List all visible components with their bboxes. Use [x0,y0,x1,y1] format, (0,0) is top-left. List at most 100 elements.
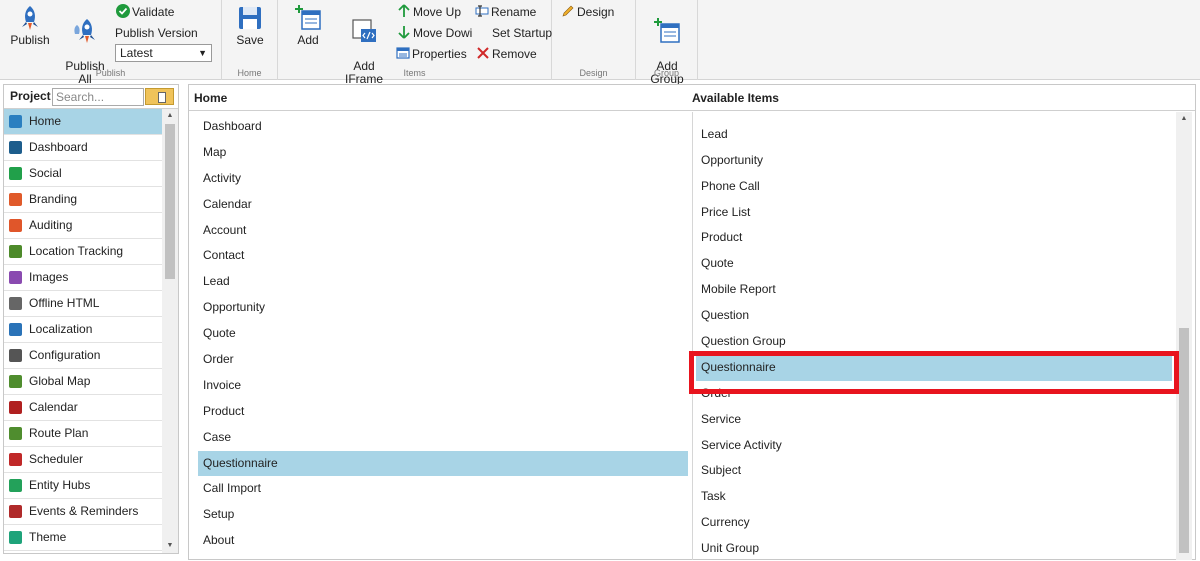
chevron-down-icon: ▼ [198,48,207,58]
publish-version-label: Publish Version [115,26,198,40]
project-scrollbar[interactable]: ▲ ▼ [162,109,178,553]
sidebar-item-calendar[interactable]: Calendar [4,395,162,421]
available-item-opportunity[interactable]: Opportunity [696,148,1172,174]
scheduler-icon [9,453,22,466]
home-item-account[interactable]: Account [198,218,688,244]
available-item-list: InvoiceLeadOpportunityPhone CallPrice Li… [696,112,1172,560]
home-item-call-import[interactable]: Call Import [198,476,688,502]
set-startup-button[interactable]: Set Startup [492,24,552,42]
available-items-scrollbar-thumb[interactable] [1179,328,1189,553]
ribbon-toolbar: Publish Publish All Validate Publish Ver… [0,0,1200,86]
sidebar-item-label: Events & Reminders [29,504,139,518]
available-item-subject[interactable]: Subject [696,458,1172,484]
home-item-opportunity[interactable]: Opportunity [198,295,688,321]
scroll-down-arrow-icon[interactable]: ▼ [162,539,178,553]
available-item-product[interactable]: Product [696,225,1172,251]
home-item-list: Dashboard Map Activity Calendar Account Conta… [198,114,688,554]
add-button[interactable]: Add [290,4,326,47]
group-group-label: Group [653,68,679,78]
available-item-service-activity[interactable]: Service Activity [696,433,1172,459]
publish-button[interactable]: Publish [8,4,52,47]
rename-button[interactable]: Rename [475,3,536,21]
home-item-invoice[interactable]: Invoice [198,373,688,399]
pencil-icon [562,5,574,17]
sidebar-item-scheduler[interactable]: Scheduler [4,447,162,473]
sidebar-item-home[interactable]: Home [4,109,162,135]
items-group: Add Add IFrame Move Up Move Dowi Propert… [278,0,552,86]
sidebar-item-theme[interactable]: Theme [4,525,162,551]
sidebar-item-route-plan[interactable]: Route Plan [4,421,162,447]
available-item-service[interactable]: Service [696,407,1172,433]
available-items-scrollbar[interactable]: ▲ [1176,112,1192,560]
move-down-button[interactable]: Move Dowi [397,24,472,42]
sidebar-item-auditing[interactable]: Auditing [4,213,162,239]
available-item-quote[interactable]: Quote [696,251,1172,277]
project-scrollbar-thumb[interactable] [165,124,175,279]
available-column-header: Available Items [692,85,779,111]
home-item-map[interactable]: Map [198,140,688,166]
properties-label: Properties [412,47,467,61]
home-item-activity[interactable]: Activity [198,166,688,192]
calendar-icon [9,401,22,414]
home-item-calendar[interactable]: Calendar [198,192,688,218]
sidebar-item-branding[interactable]: Branding [4,187,162,213]
home-item-about[interactable]: About [198,528,688,554]
move-down-label: Move Dowi [413,26,473,40]
available-item-phone-call[interactable]: Phone Call [696,174,1172,200]
sidebar-item-entity-hubs[interactable]: Entity Hubs [4,473,162,499]
sidebar-item-label: Auditing [29,218,73,232]
available-items-viewport: InvoiceLeadOpportunityPhone CallPrice Li… [696,112,1176,560]
project-search-input[interactable] [52,88,144,106]
available-item-price-list[interactable]: Price List [696,200,1172,226]
available-item-invoice[interactable]: Invoice [696,112,1172,122]
available-item-order[interactable]: Order [696,381,1172,407]
sidebar-item-global-map[interactable]: Global Map [4,369,162,395]
available-item-question[interactable]: Question [696,303,1172,329]
sidebar-item-events-and-reminders[interactable]: Events & Reminders [4,499,162,525]
sidebar-item-location-tracking[interactable]: Location Tracking [4,239,162,265]
properties-button[interactable]: Properties [396,45,467,63]
project-item-list: Home Dashboard Social Branding Auditing Locat… [4,109,162,551]
home-item-order[interactable]: Order [198,347,688,373]
sidebar-item-dashboard[interactable]: Dashboard [4,135,162,161]
home-item-lead[interactable]: Lead [198,269,688,295]
sidebar-item-images[interactable]: Images [4,265,162,291]
sidebar-item-label: Theme [29,530,67,544]
available-item-task[interactable]: Task [696,484,1172,510]
home-item-contact[interactable]: Contact [198,243,688,269]
route-icon [9,427,22,440]
available-item-question-group[interactable]: Question Group [696,329,1172,355]
design-label: Design [577,5,615,19]
home-item-setup[interactable]: Setup [198,502,688,528]
available-item-mobile-report[interactable]: Mobile Report [696,277,1172,303]
hub-icon [9,479,22,492]
scroll-up-arrow-icon[interactable]: ▲ [162,109,178,123]
rocket-icon [22,6,38,30]
available-item-lead[interactable]: Lead [696,122,1172,148]
add-group-icon [654,18,680,43]
sidebar-item-offline-html[interactable]: Offline HTML [4,291,162,317]
available-item-questionnaire[interactable]: Questionnaire [696,354,1172,381]
home-item-questionnaire[interactable]: Questionnaire [198,450,688,477]
home-item-quote[interactable]: Quote [198,321,688,347]
panel-toggle-button[interactable] [145,88,174,105]
remove-button[interactable]: Remove [476,45,537,63]
validate-button[interactable]: Validate [116,3,174,21]
home-item-product[interactable]: Product [198,399,688,425]
design-button[interactable]: Design [561,3,614,21]
move-up-button[interactable]: Move Up [397,3,461,21]
sidebar-item-label: Location Tracking [29,244,124,258]
chat-icon [9,167,22,180]
save-button[interactable]: Save [230,4,270,47]
available-item-currency[interactable]: Currency [696,510,1172,536]
publish-version-select[interactable]: Latest ▼ [115,44,212,62]
sidebar-item-configuration[interactable]: Configuration [4,343,162,369]
sidebar-item-localization[interactable]: Localization [4,317,162,343]
sidebar-item-social[interactable]: Social [4,161,162,187]
image-icon [9,271,22,284]
available-item-unit-group[interactable]: Unit Group [696,536,1172,560]
sidebar-item-label: Scheduler [29,452,84,466]
home-item-dashboard[interactable]: Dashboard [198,114,688,140]
scroll-up-arrow-icon[interactable]: ▲ [1176,112,1192,126]
home-item-case[interactable]: Case [198,425,688,451]
